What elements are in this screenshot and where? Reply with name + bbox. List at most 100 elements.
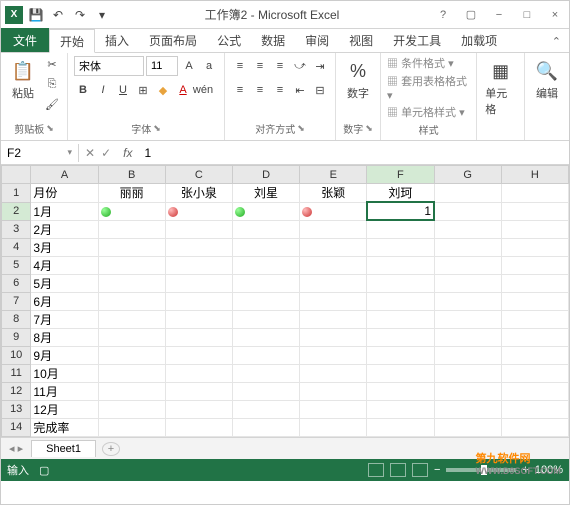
cell-G7[interactable] bbox=[434, 292, 501, 310]
font-dialog-icon[interactable]: ⬊ bbox=[153, 123, 161, 134]
col-header-C[interactable]: C bbox=[165, 166, 232, 184]
cell-B2[interactable] bbox=[98, 202, 165, 220]
cell-C8[interactable] bbox=[165, 310, 232, 328]
cell-A9[interactable]: 8月 bbox=[31, 328, 98, 346]
zoom-out-icon[interactable]: − bbox=[434, 464, 440, 476]
cell-G2[interactable] bbox=[434, 202, 501, 220]
row-header-4[interactable]: 4 bbox=[2, 238, 31, 256]
col-header-G[interactable]: G bbox=[434, 166, 501, 184]
clipboard-dialog-icon[interactable]: ⬊ bbox=[46, 123, 54, 134]
border-icon[interactable]: ⊞ bbox=[134, 81, 152, 99]
col-header-F[interactable]: F bbox=[367, 166, 434, 184]
cell-H14[interactable] bbox=[501, 418, 568, 436]
cell-F2[interactable]: 1 bbox=[367, 202, 434, 220]
align-right-icon[interactable]: ≡ bbox=[271, 81, 289, 99]
cell-C6[interactable] bbox=[165, 274, 232, 292]
cell-A15[interactable] bbox=[31, 436, 98, 437]
cell-B3[interactable] bbox=[98, 220, 165, 238]
fx-icon[interactable]: fx bbox=[117, 146, 138, 160]
cell-D4[interactable] bbox=[232, 238, 299, 256]
row-header-12[interactable]: 12 bbox=[2, 382, 31, 400]
cell-B14[interactable] bbox=[98, 418, 165, 436]
minimize-icon[interactable]: − bbox=[489, 7, 509, 23]
cell-E15[interactable] bbox=[300, 436, 367, 437]
cell-D13[interactable] bbox=[232, 400, 299, 418]
cell-A2[interactable]: 1月 bbox=[31, 202, 98, 220]
wrap-text-icon[interactable]: ⇥ bbox=[311, 57, 329, 75]
cell-G5[interactable] bbox=[434, 256, 501, 274]
cell-C7[interactable] bbox=[165, 292, 232, 310]
cell-B9[interactable] bbox=[98, 328, 165, 346]
cell-H7[interactable] bbox=[501, 292, 568, 310]
cell-D3[interactable] bbox=[232, 220, 299, 238]
cell-D8[interactable] bbox=[232, 310, 299, 328]
phonetic-icon[interactable]: wén bbox=[194, 81, 212, 99]
cell-D12[interactable] bbox=[232, 382, 299, 400]
cell-D11[interactable] bbox=[232, 364, 299, 382]
cell-A3[interactable]: 2月 bbox=[31, 220, 98, 238]
row-header-5[interactable]: 5 bbox=[2, 256, 31, 274]
cancel-formula-icon[interactable]: ✕ bbox=[85, 146, 95, 160]
cell-C10[interactable] bbox=[165, 346, 232, 364]
cell-G1[interactable] bbox=[434, 184, 501, 203]
cell-F1[interactable]: 刘珂 bbox=[367, 184, 434, 203]
sheet-nav[interactable]: ◂ ▸ bbox=[1, 442, 31, 455]
cell-B5[interactable] bbox=[98, 256, 165, 274]
cell-B8[interactable] bbox=[98, 310, 165, 328]
row-header-11[interactable]: 11 bbox=[2, 364, 31, 382]
number-dialog-icon[interactable]: ⬊ bbox=[365, 123, 373, 134]
cell-B12[interactable] bbox=[98, 382, 165, 400]
cell-D15[interactable] bbox=[232, 436, 299, 437]
undo-icon[interactable]: ↶ bbox=[49, 6, 67, 24]
cell-F11[interactable] bbox=[367, 364, 434, 382]
cell-D9[interactable] bbox=[232, 328, 299, 346]
close-icon[interactable]: × bbox=[545, 7, 565, 23]
row-header-7[interactable]: 7 bbox=[2, 292, 31, 310]
macro-record-icon[interactable]: ▢ bbox=[39, 464, 49, 477]
cell-G14[interactable] bbox=[434, 418, 501, 436]
save-icon[interactable]: 💾 bbox=[27, 6, 45, 24]
cell-E12[interactable] bbox=[300, 382, 367, 400]
cell-H11[interactable] bbox=[501, 364, 568, 382]
cell-G6[interactable] bbox=[434, 274, 501, 292]
cut-icon[interactable]: ✂ bbox=[43, 55, 61, 73]
align-middle-icon[interactable]: ≡ bbox=[251, 57, 269, 75]
cell-A5[interactable]: 4月 bbox=[31, 256, 98, 274]
cell-A8[interactable]: 7月 bbox=[31, 310, 98, 328]
cell-F8[interactable] bbox=[367, 310, 434, 328]
shrink-font-icon[interactable]: a bbox=[200, 57, 218, 75]
align-bottom-icon[interactable]: ≡ bbox=[271, 57, 289, 75]
cell-H6[interactable] bbox=[501, 274, 568, 292]
number-format-button[interactable]: % 数字 bbox=[342, 55, 374, 103]
cell-E7[interactable] bbox=[300, 292, 367, 310]
cell-F10[interactable] bbox=[367, 346, 434, 364]
decrease-indent-icon[interactable]: ⇤ bbox=[291, 81, 309, 99]
merge-icon[interactable]: ⊟ bbox=[311, 81, 329, 99]
cell-E3[interactable] bbox=[300, 220, 367, 238]
cell-E5[interactable] bbox=[300, 256, 367, 274]
enter-formula-icon[interactable]: ✓ bbox=[101, 146, 111, 160]
align-top-icon[interactable]: ≡ bbox=[231, 57, 249, 75]
cell-F6[interactable] bbox=[367, 274, 434, 292]
collapse-ribbon-icon[interactable]: ⌃ bbox=[544, 31, 569, 52]
col-header-H[interactable]: H bbox=[501, 166, 568, 184]
cell-H1[interactable] bbox=[501, 184, 568, 203]
sheet-tab[interactable]: Sheet1 bbox=[31, 440, 96, 457]
font-name-select[interactable] bbox=[74, 56, 144, 76]
cell-F4[interactable] bbox=[367, 238, 434, 256]
cell-C1[interactable]: 张小泉 bbox=[165, 184, 232, 203]
cell-A10[interactable]: 9月 bbox=[31, 346, 98, 364]
cell-C15[interactable] bbox=[165, 436, 232, 437]
cell-A6[interactable]: 5月 bbox=[31, 274, 98, 292]
cell-F7[interactable] bbox=[367, 292, 434, 310]
cell-G15[interactable] bbox=[434, 436, 501, 437]
cell-F9[interactable] bbox=[367, 328, 434, 346]
redo-icon[interactable]: ↷ bbox=[71, 6, 89, 24]
cell-G8[interactable] bbox=[434, 310, 501, 328]
row-header-2[interactable]: 2 bbox=[2, 202, 31, 220]
cell-G13[interactable] bbox=[434, 400, 501, 418]
cell-G12[interactable] bbox=[434, 382, 501, 400]
cell-H5[interactable] bbox=[501, 256, 568, 274]
paste-button[interactable]: 📋 粘贴 bbox=[7, 55, 39, 103]
cell-B11[interactable] bbox=[98, 364, 165, 382]
